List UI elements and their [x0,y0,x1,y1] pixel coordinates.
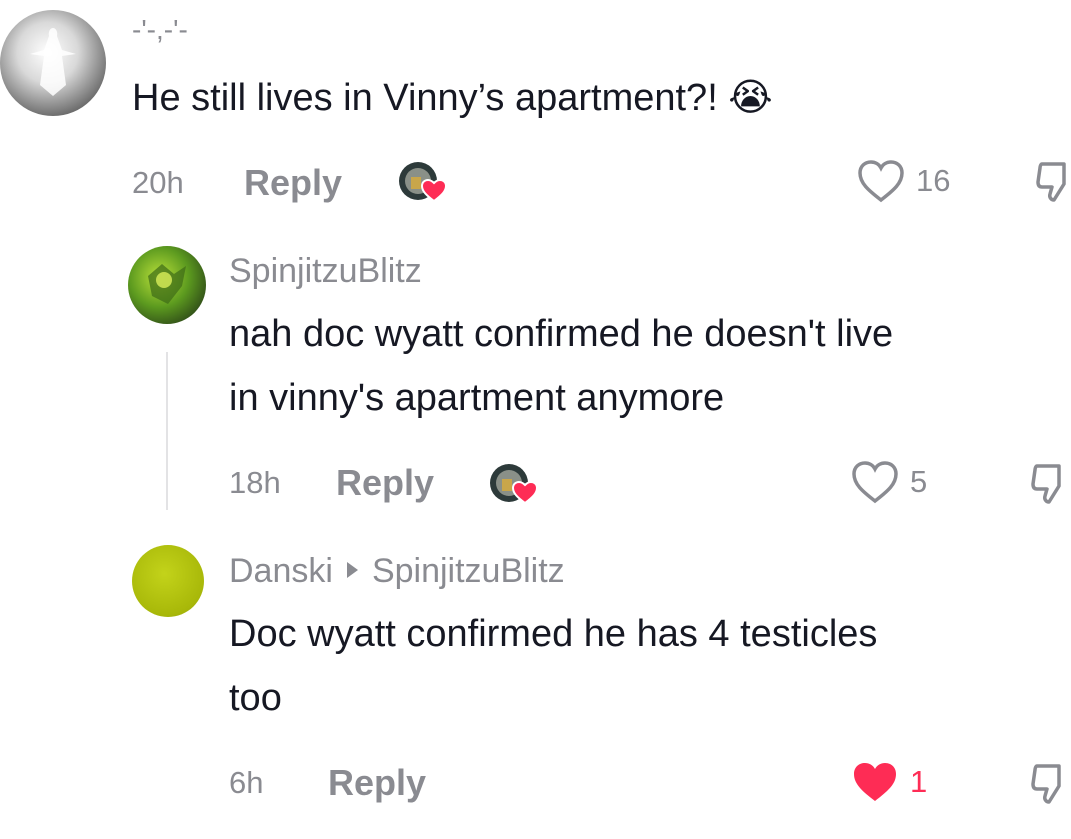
comment-text: He still lives in Vinny’s apartment?! 😭 [132,66,773,130]
thumbs-down-icon[interactable] [1031,762,1071,806]
like-button[interactable]: 5 [850,459,927,505]
username-link[interactable]: Danski [229,552,333,590]
thumbs-down-icon[interactable] [1036,160,1071,204]
username[interactable]: SpinjitzuBlitz [229,252,422,291]
creator-liked-badge-icon [490,464,537,505]
username[interactable]: -'-,-'- [132,14,188,46]
reply-to-arrow-icon [346,562,358,579]
avatar[interactable] [0,10,106,116]
comment-text-line: too [229,677,282,719]
like-count: 1 [910,764,928,799]
like-count: 5 [910,464,928,499]
comment-text-line: nah doc wyatt confirmed he doesn't live [229,313,894,355]
timestamp: 6h [229,765,264,800]
creator-liked-badge-icon [399,162,446,203]
like-button[interactable]: 1 [850,759,927,805]
heart-outline-icon [858,160,904,203]
reply-to-username[interactable]: SpinjitzuBlitz [372,552,565,590]
comment-text-line: Doc wyatt confirmed he has 4 testicles [229,613,878,655]
like-count: 16 [916,163,951,198]
timestamp: 20h [132,165,184,200]
avatar[interactable] [128,246,206,324]
comment-text: Doc wyatt confirmed he has 4 testicles t… [229,602,877,730]
timestamp: 18h [229,465,281,500]
reply-button[interactable]: Reply [244,162,342,204]
avatar-figure [148,264,186,304]
heart-outline-icon [852,461,898,504]
reply-thread-line [166,352,168,510]
username: Danski SpinjitzuBlitz [229,552,565,591]
avatar-figure [30,28,76,96]
avatar[interactable] [132,545,204,617]
heart-filled-icon [854,763,896,801]
reply-button[interactable]: Reply [336,462,434,504]
like-button[interactable]: 16 [856,158,950,204]
comment-text-line: in vinny's apartment anymore [229,377,725,419]
comment-text-line: He still lives in Vinny’s apartment?! 😭 [132,77,773,119]
reply-button[interactable]: Reply [328,762,426,804]
comment-text: nah doc wyatt confirmed he doesn't live … [229,302,893,430]
thumbs-down-icon[interactable] [1031,462,1071,506]
